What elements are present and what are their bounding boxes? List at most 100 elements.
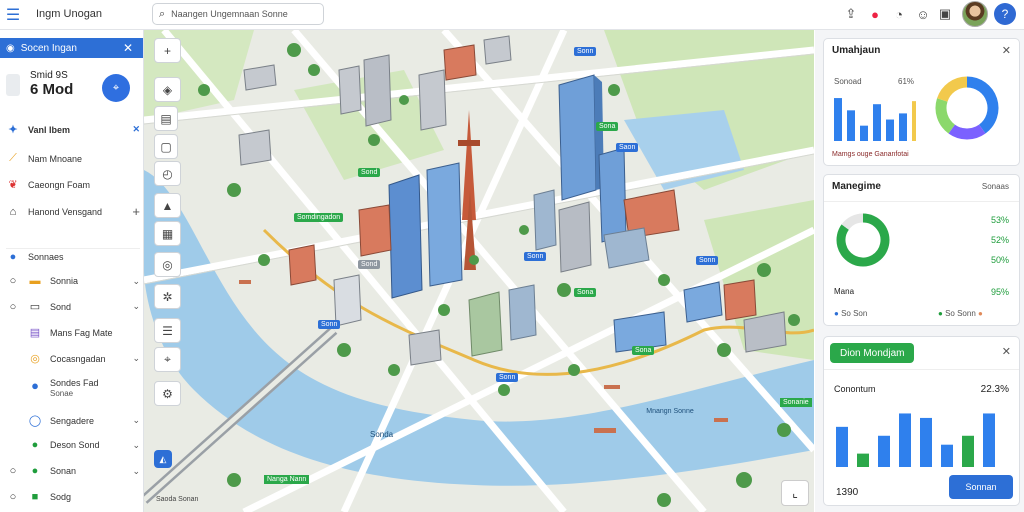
- ring-icon: ◯: [28, 415, 42, 427]
- emoji-icon[interactable]: ☺: [914, 5, 932, 23]
- close-icon[interactable]: ✕: [123, 41, 133, 55]
- pin-icon[interactable]: ⌖: [154, 347, 181, 372]
- map-canvas[interactable]: Sonn Sona Saon Somdingadon Sond Sond Son…: [144, 30, 814, 512]
- home-icon: ⌂: [9, 205, 17, 218]
- settings-icon[interactable]: ⚙: [154, 381, 181, 406]
- mountain-icon[interactable]: ▲: [154, 193, 181, 218]
- bottom-label: Mana: [834, 287, 855, 296]
- card-details: Dion Mondjam ✕ Conontum 22.3% 1390 Sonna…: [823, 336, 1020, 506]
- compass-icon[interactable]: ◭: [154, 450, 172, 468]
- share-icon[interactable]: ✲: [154, 284, 181, 309]
- bar: [941, 444, 953, 467]
- sidebar-item-globe[interactable]: ◎ Cocasngadan ⌄: [28, 352, 140, 365]
- bar: [912, 101, 916, 141]
- map-tag[interactable]: Sonn: [318, 320, 341, 329]
- map-tag[interactable]: Sonn: [574, 47, 597, 56]
- sidebar-item-label: Caeongn Foam: [28, 179, 91, 190]
- chart-icon: ⟋: [9, 152, 17, 164]
- submit-button[interactable]: Sonnan: [949, 475, 1013, 499]
- card-management: Manegime Sonaas 53% 52% 50% Mana 95% ● S…: [823, 174, 1020, 326]
- map-label: Nanga Nann: [264, 475, 310, 484]
- sidebar-item-label: Sond: [50, 301, 72, 312]
- avatar[interactable]: [962, 1, 988, 27]
- chevron-down-icon[interactable]: ⌄: [132, 301, 140, 312]
- detail-pill[interactable]: Dion Mondjam: [830, 343, 915, 363]
- close-icon[interactable]: ✕: [1002, 44, 1011, 57]
- map-tag-green[interactable]: Sonanie: [780, 398, 812, 407]
- sidebar-item-people[interactable]: ✦ Vanl Ibem ✕: [6, 123, 140, 136]
- map-tag[interactable]: Saon: [616, 143, 639, 152]
- divider: [824, 201, 1019, 202]
- search-input[interactable]: ⌕ Naangen Ungemnaan Sonne: [152, 3, 324, 25]
- upload-icon[interactable]: ⇪: [842, 5, 860, 23]
- locate-button[interactable]: ⌖: [102, 74, 130, 102]
- sidebar-item-layer[interactable]: ○ ▭ Sond ⌄: [6, 300, 140, 314]
- slice: [841, 213, 864, 230]
- chevron-down-icon[interactable]: ⌄: [132, 353, 140, 364]
- bar: [860, 125, 868, 141]
- bar: [899, 113, 907, 141]
- sidebar-item-home[interactable]: ⌂ Hanond Vensgand +: [6, 204, 140, 219]
- draw-icon[interactable]: ▤: [154, 106, 178, 131]
- chevron-down-icon[interactable]: ⌄: [132, 440, 140, 451]
- map-tag[interactable]: Sona: [596, 122, 619, 131]
- map-tag[interactable]: Sond: [358, 168, 381, 177]
- map-tag[interactable]: Somdingadon: [294, 213, 344, 222]
- chat-icon[interactable]: ◔: [890, 5, 908, 23]
- chevron-down-icon[interactable]: ⌄: [132, 415, 140, 426]
- layers-icon[interactable]: ◈: [154, 77, 181, 102]
- sidebar-item-flag[interactable]: ▤ Mans Fag Mate: [28, 326, 140, 339]
- card-title: Umahjaun: [832, 45, 881, 56]
- chevron-down-icon[interactable]: ⌄: [132, 276, 140, 287]
- menu-icon[interactable]: ☰: [0, 0, 26, 30]
- chevron-down-icon[interactable]: ⌄: [132, 466, 140, 477]
- stat-label: Smid 9S: [30, 70, 68, 81]
- sidebar-item-square[interactable]: ○ ■ Sodg: [6, 491, 140, 503]
- layer-icon: ▭: [29, 301, 41, 313]
- sidebar-item-dot[interactable]: ● Deson Sond ⌄: [28, 439, 140, 451]
- close-icon[interactable]: ✕: [1002, 345, 1011, 358]
- top-bar: ☰ Ingm Unogan ⌕ Naangen Ungemnaan Sonne …: [0, 0, 1024, 30]
- zoom-in-button[interactable]: +: [154, 38, 181, 63]
- sidebar-item-label: Deson Sond: [50, 440, 100, 450]
- sidebar-item-chart[interactable]: ⟋ Nam Mnoane: [6, 152, 140, 165]
- clock-icon[interactable]: ◴: [154, 161, 181, 186]
- list-icon[interactable]: ☰: [154, 318, 181, 343]
- sub-label: Sonoad: [834, 77, 862, 86]
- sidebar-item-layer[interactable]: ○ ▬ Sonnia ⌄: [6, 275, 140, 287]
- slice: [937, 76, 968, 103]
- globe-icon[interactable]: ◎: [154, 252, 181, 277]
- fullscreen-icon[interactable]: ⌞: [781, 480, 809, 506]
- sidebar-header-label: Socen Ingan: [20, 42, 77, 54]
- bar: [983, 413, 995, 467]
- map-tag[interactable]: Sona: [632, 346, 655, 355]
- map-tag[interactable]: Sonn: [496, 373, 519, 382]
- donut-chart-1: [935, 76, 999, 140]
- bar: [847, 110, 855, 141]
- bar: [873, 104, 881, 141]
- sidebar-item-ring[interactable]: ◯ Sengadere ⌄: [28, 414, 140, 427]
- map-tag[interactable]: Sond: [358, 260, 381, 269]
- add-icon[interactable]: +: [132, 204, 140, 219]
- box-icon[interactable]: ▦: [154, 221, 181, 246]
- help-icon[interactable]: ?: [994, 3, 1016, 25]
- legend-label: So Son: [841, 309, 868, 318]
- globe-icon: ◎: [30, 353, 40, 365]
- dot-icon: ●: [978, 309, 983, 318]
- stat-box: Smid 9S 6 Mod: [30, 70, 73, 98]
- map-tag[interactable]: Sonn: [696, 256, 719, 265]
- message-icon[interactable]: ▣: [936, 5, 954, 23]
- bar: [962, 435, 974, 467]
- lock-icon[interactable]: ▢: [154, 134, 178, 159]
- sidebar-item-dot[interactable]: ○ ● Sonan ⌄: [6, 465, 140, 477]
- sidebar-item-pin[interactable]: ❦ Caeongn Foam: [6, 178, 140, 191]
- globe-icon: ◉: [6, 42, 15, 54]
- map-tag[interactable]: Sona: [574, 288, 597, 297]
- sidebar-item-text: Sondes Fad Sonae: [50, 378, 99, 398]
- sidebar-item-label: Sengadere: [50, 415, 95, 426]
- notification-icon[interactable]: ●: [866, 5, 884, 23]
- search-value: Naangen Ungemnaan Sonne: [171, 9, 288, 19]
- close-icon[interactable]: ✕: [132, 124, 140, 135]
- map-tag[interactable]: Sonn: [524, 252, 547, 261]
- sidebar-item-pin[interactable]: ● Sondes Fad Sonae: [28, 378, 140, 398]
